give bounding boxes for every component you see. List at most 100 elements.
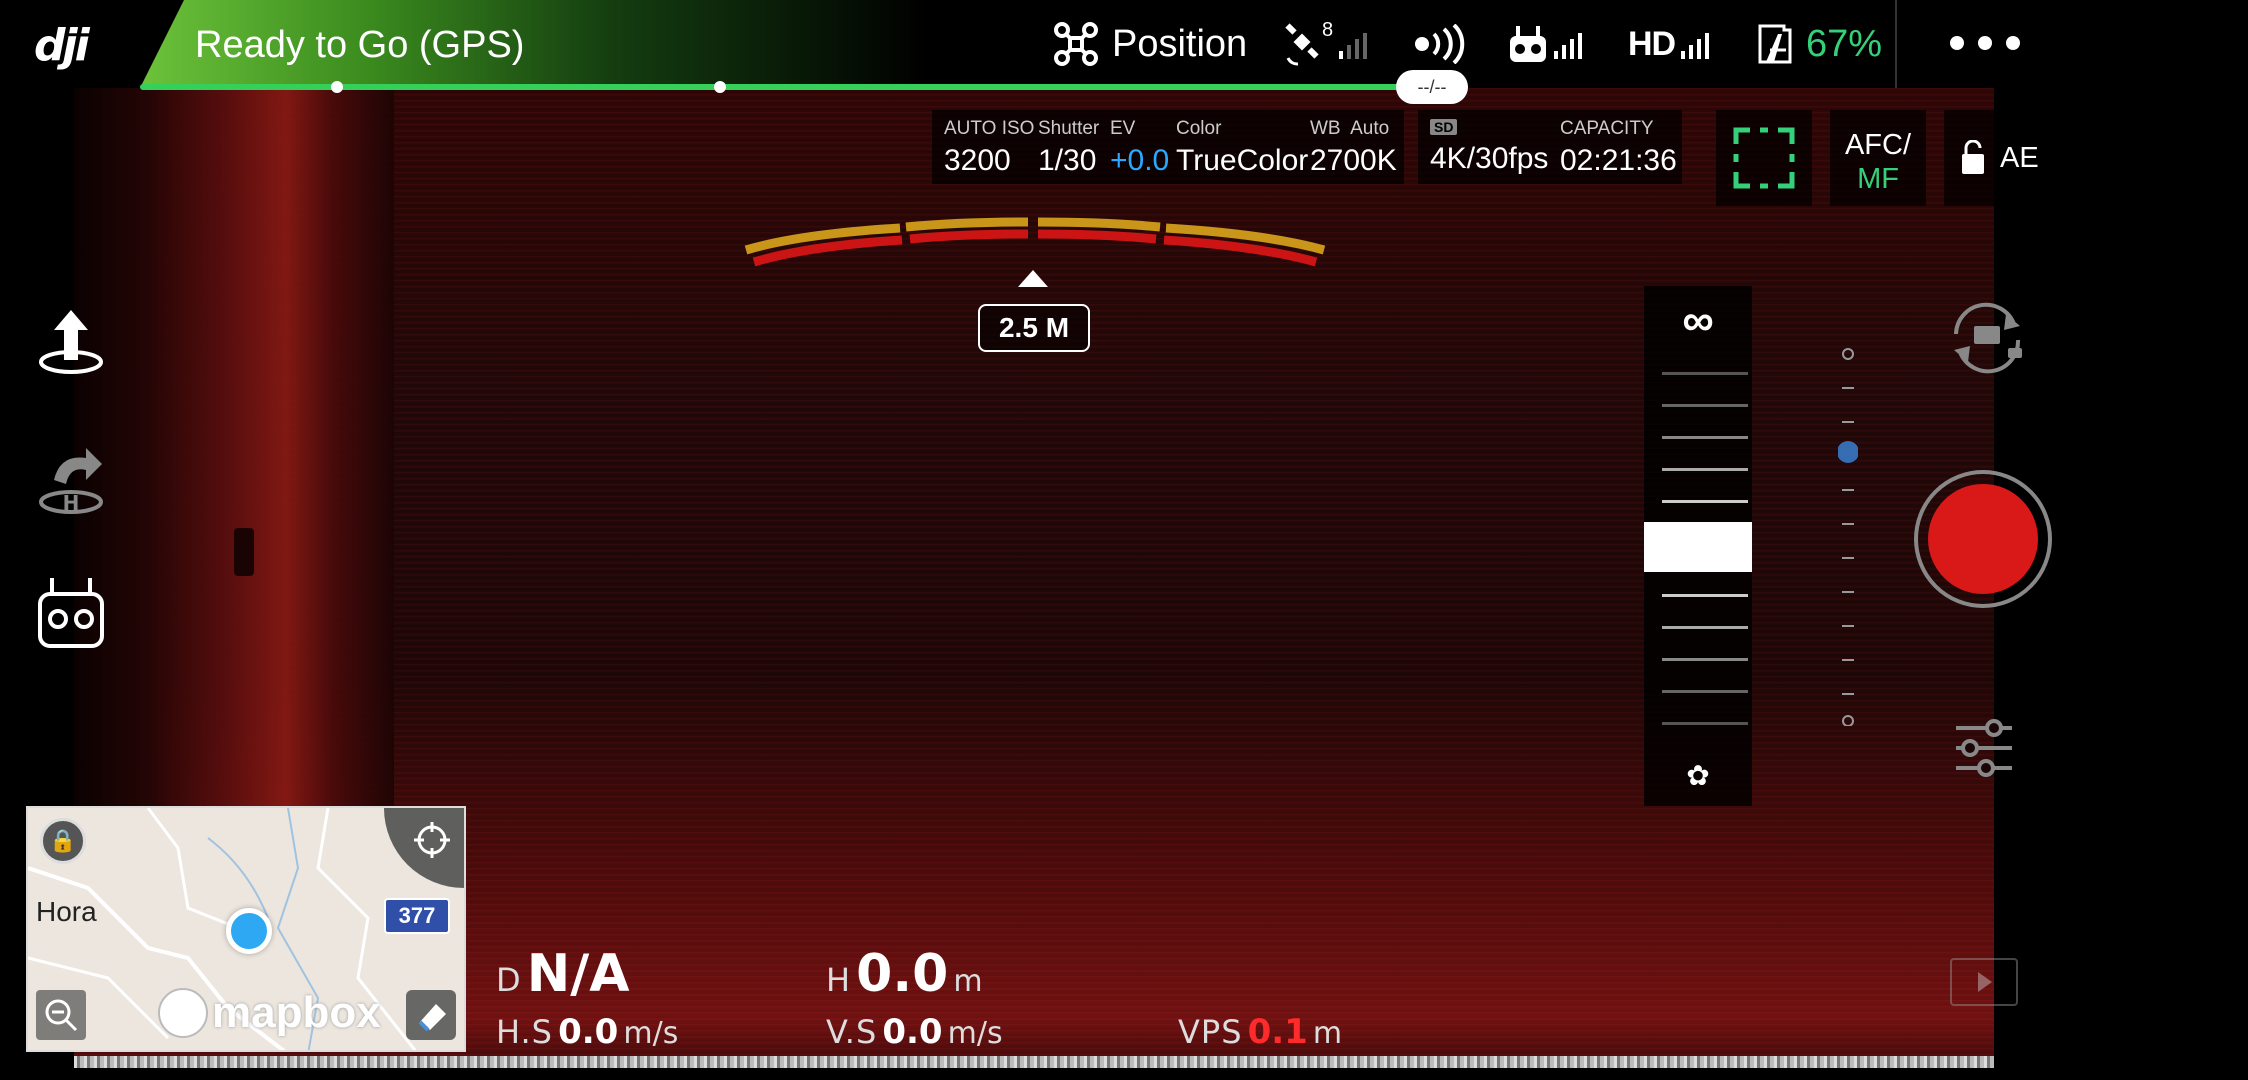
focus-tick: [1662, 626, 1748, 629]
map-aircraft-position: [226, 908, 272, 954]
flight-mode-label: Position: [1112, 22, 1248, 65]
gps-indicator[interactable]: 8: [1284, 18, 1368, 68]
obstacle-direction-arrow: [1018, 270, 1048, 287]
flight-mode-indicator[interactable]: Position: [1052, 20, 1247, 68]
return-home-icon[interactable]: H: [30, 440, 112, 522]
iso-value: 3200: [944, 144, 1011, 177]
map-road-badge: 377: [384, 898, 450, 934]
shutter-label: Shutter: [1038, 118, 1100, 139]
capacity-label: CAPACITY: [1560, 118, 1654, 139]
iso-param: AUTO ISO 3200: [944, 118, 1034, 178]
ev-value: +0.0: [1110, 144, 1170, 177]
remote-signal-bars: [1554, 29, 1582, 59]
ae-label: AE: [2000, 141, 2039, 174]
more-dot-icon: [2006, 36, 2020, 50]
macro-flower-icon: ✿: [1686, 760, 1710, 791]
hs-label: H.S: [496, 1013, 553, 1051]
wb-value: 2700K: [1310, 144, 1397, 177]
recenter-icon[interactable]: [412, 820, 452, 860]
satellite-icon: [1285, 23, 1319, 66]
mini-map[interactable]: 🔒 Hora 377 mapbox: [26, 806, 466, 1052]
vs-label: V.S: [826, 1013, 878, 1051]
height-telemetry: H 0.0 m: [826, 944, 983, 1004]
shutter-value: 1/30: [1038, 144, 1097, 177]
topbar-divider: [1895, 0, 1897, 88]
mapbox-wordmark: mapbox: [212, 988, 381, 1037]
shutter-param: Shutter 1/30: [1038, 118, 1099, 178]
height-label: H: [826, 961, 852, 999]
progress-marker: [714, 81, 726, 93]
hd-label: HD: [1628, 24, 1676, 63]
vps-unit: m: [1312, 1016, 1343, 1051]
storage-panel[interactable]: SD 4K/30fps CAPACITY 02:21:36: [1418, 110, 1682, 184]
hs-value: 0.0: [558, 1012, 619, 1052]
focus-tick: [1662, 404, 1748, 407]
ev-param: EV +0.0: [1110, 118, 1169, 178]
feed-door: [154, 88, 394, 808]
feed-door-latch: [234, 528, 254, 576]
iso-label: AUTO ISO: [944, 118, 1035, 139]
resolution-value: 4K/30fps: [1430, 142, 1549, 175]
resolution-param: SD 4K/30fps: [1430, 116, 1548, 176]
gps-satellite-count: 8: [1322, 18, 1334, 41]
video-signal-bars: [1681, 29, 1710, 59]
focus-frame-icon: [1733, 127, 1795, 189]
arc-segment-outer-center-left: [905, 217, 1029, 232]
progress-marker: [331, 81, 343, 93]
focus-tick: [1662, 436, 1748, 439]
battery-percent: 67%: [1806, 22, 1883, 65]
distance-telemetry: D N/A: [496, 944, 630, 1004]
ae-lock-button[interactable]: AE: [1944, 110, 2094, 206]
more-dot-icon: [1950, 36, 1964, 50]
afc-mf-button[interactable]: AFC/ MF: [1830, 110, 1926, 206]
focus-mode-button[interactable]: [1716, 110, 1812, 206]
zoom-out-icon: [45, 999, 78, 1032]
color-label: Color: [1176, 118, 1222, 139]
vs-unit: m/s: [947, 1016, 1003, 1051]
remote-controller-icon[interactable]: [30, 572, 112, 654]
zoom-scale-handle: [1838, 441, 1858, 463]
map-zoom-out-button[interactable]: [36, 990, 86, 1040]
takeoff-icon[interactable]: [30, 300, 112, 382]
focus-slider[interactable]: ∞ ✿: [1644, 286, 1752, 806]
arc-segment-outer-center-right: [1037, 217, 1161, 232]
vertical-speed-telemetry: V.S 0.0 m/s: [826, 1012, 1003, 1052]
height-unit: m: [953, 964, 983, 999]
unlock-icon: [1962, 140, 1984, 174]
flight-status-text[interactable]: Ready to Go (GPS): [195, 24, 524, 67]
battery-indicator[interactable]: 67%: [1756, 20, 1882, 68]
video-signal-indicator[interactable]: HD: [1628, 20, 1710, 68]
record-button[interactable]: [1914, 470, 2052, 608]
zoom-scale[interactable]: [1838, 346, 1858, 726]
playback-button[interactable]: [1950, 958, 2018, 1006]
playback-icon: [1978, 972, 1992, 992]
record-dot-icon: [1928, 484, 2038, 594]
map-clear-path-button[interactable]: [406, 990, 456, 1040]
capacity-value: 02:21:36: [1560, 144, 1677, 177]
focus-tick: [1662, 468, 1748, 471]
camera-switch-icon[interactable]: [1944, 300, 2030, 374]
remote-signal-indicator[interactable]: [1508, 20, 1582, 68]
dji-logo: dji: [34, 20, 90, 71]
obstacle-distance-label: 2.5 M: [978, 304, 1090, 352]
battery-icon: [1758, 24, 1792, 64]
focus-tick: [1662, 372, 1748, 375]
sd-card-icon: SD: [1430, 119, 1458, 135]
more-menu-button[interactable]: [1950, 36, 2020, 50]
camera-settings-icon[interactable]: [1952, 716, 2016, 780]
mapbox-mark-icon: [158, 988, 208, 1038]
height-value: 0.0: [856, 944, 949, 1004]
drone-icon: [1054, 22, 1098, 66]
camera-parameters-panel[interactable]: AUTO ISO 3200 Shutter 1/30 EV +0.0 Color…: [932, 110, 1404, 184]
distance-label: D: [496, 961, 522, 999]
focus-slider-handle[interactable]: [1644, 522, 1752, 572]
feed-noise-strip: [74, 1056, 1994, 1068]
ev-label: EV: [1110, 118, 1136, 139]
map-lock-icon[interactable]: 🔒: [40, 818, 86, 864]
vps-value: 0.1: [1247, 1012, 1308, 1052]
vision-system-indicator[interactable]: [1412, 20, 1468, 68]
horizontal-speed-telemetry: H.S 0.0 m/s: [496, 1012, 678, 1052]
focus-tick: [1662, 722, 1748, 725]
gps-signal-bars: [1339, 29, 1368, 59]
focus-tick: [1662, 594, 1748, 597]
